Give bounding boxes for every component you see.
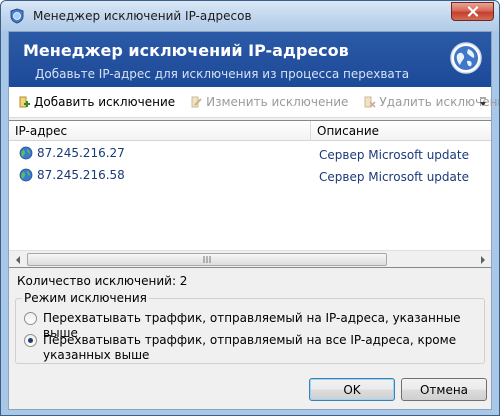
radio-button[interactable] [24, 312, 37, 325]
radio-button-checked[interactable] [24, 334, 37, 347]
ok-button[interactable]: OK [309, 378, 395, 401]
arrow-left-icon [15, 255, 20, 264]
dialog-client: Менеджер исключений IP-адресов Добавьте … [8, 31, 499, 410]
edit-exception-label: Изменить исключение [206, 95, 349, 109]
globe-icon [19, 168, 33, 182]
list-row[interactable]: 87.245.216.58 Сервер Microsoft update [9, 165, 491, 187]
horizontal-scrollbar[interactable] [9, 250, 491, 267]
scroll-left-button[interactable] [9, 251, 26, 268]
column-header-ip[interactable]: IP-адрес [15, 124, 67, 138]
description-cell: Сервер Microsoft update [319, 148, 469, 162]
scroll-right-button[interactable] [474, 251, 491, 268]
header-banner: Менеджер исключений IP-адресов Добавьте … [9, 32, 491, 87]
description-cell: Сервер Microsoft update [319, 170, 469, 184]
cancel-button[interactable]: Отмена [401, 378, 487, 401]
arrow-right-icon [480, 255, 485, 264]
toolbar-overflow-icon[interactable] [479, 96, 487, 108]
mode-option-all-except[interactable]: Перехватывать траффик, отправляемый на в… [24, 333, 463, 363]
mode-option-label: Перехватывать траффик, отправляемый на в… [43, 333, 457, 362]
ip-address: 87.245.216.58 [37, 168, 125, 182]
exception-mode-group: Режим исключения Перехватывать траффик, … [15, 291, 485, 364]
shield-globe-icon [10, 8, 24, 24]
toolbar: Добавить исключение Изменить исключение … [9, 87, 499, 118]
delete-icon [364, 96, 376, 108]
grip-icon [203, 256, 210, 263]
window-title: Менеджер исключений IP-адресов [33, 9, 252, 23]
exception-count: Количество исключений: 2 [17, 274, 188, 288]
list-header: IP-адрес Описание [9, 121, 491, 141]
exception-mode-label: Режим исключения [22, 291, 149, 305]
ip-address: 87.245.216.27 [37, 146, 125, 160]
add-exception-label: Добавить исключение [34, 95, 176, 109]
list-row[interactable]: 87.245.216.27 Сервер Microsoft update [9, 143, 491, 165]
close-button[interactable] [451, 2, 494, 21]
dialog-window: Менеджер исключений IP-адресов Менеджер … [0, 0, 500, 416]
ip-cell: 87.245.216.58 [19, 168, 125, 182]
edit-exception-button[interactable]: Изменить исключение [189, 95, 348, 109]
close-icon [467, 6, 478, 17]
add-icon [19, 96, 30, 108]
title-bar[interactable]: Менеджер исключений IP-адресов [1, 1, 499, 31]
globe-icon [450, 42, 482, 74]
edit-icon [191, 96, 202, 108]
exceptions-list[interactable]: IP-адрес Описание 87.245.216.27 Сервер M… [9, 120, 491, 268]
banner-title: Менеджер исключений IP-адресов [23, 41, 349, 60]
column-separator[interactable] [310, 121, 311, 141]
banner-subtitle: Добавьте IP-адрес для исключения из проц… [35, 67, 410, 81]
globe-icon [19, 146, 33, 160]
column-header-description[interactable]: Описание [317, 124, 379, 138]
ip-cell: 87.245.216.27 [19, 146, 125, 160]
add-exception-button[interactable]: Добавить исключение [17, 95, 175, 109]
scrollbar-thumb[interactable] [27, 253, 387, 266]
